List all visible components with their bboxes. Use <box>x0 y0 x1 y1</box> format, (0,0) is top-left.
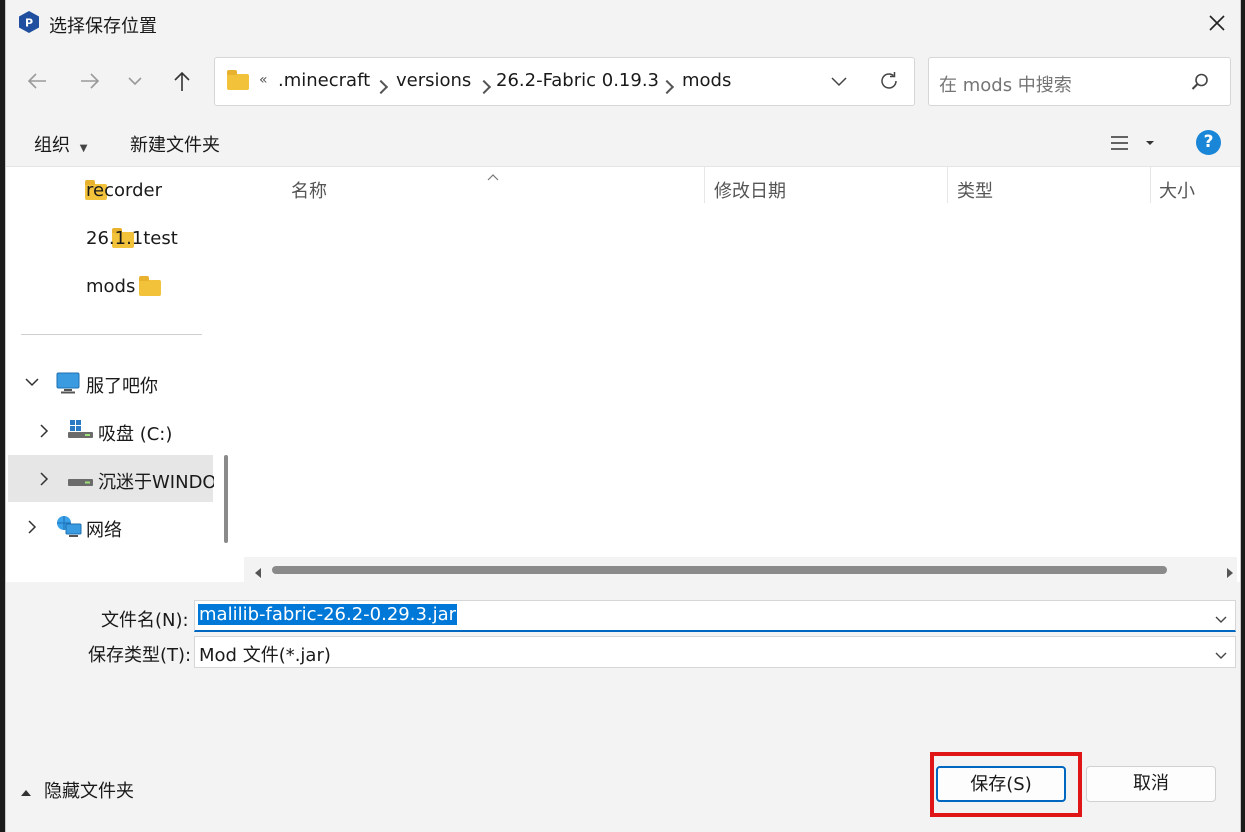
computer-icon <box>56 372 80 398</box>
organize-label: 组织 <box>34 135 70 156</box>
expand-chevron-right-icon[interactable] <box>26 519 38 539</box>
hide-folders-toggle[interactable]: 隐藏文件夹 <box>44 777 134 803</box>
filename-label: 文件名(N): <box>101 610 189 631</box>
sidebar-divider <box>21 334 202 335</box>
scroll-left-icon[interactable] <box>253 564 263 583</box>
drive-icon <box>68 474 94 493</box>
column-header-name[interactable]: 名称 <box>291 177 327 203</box>
breadcrumb-version-folder[interactable]: 26.2-Fabric 0.19.3 <box>496 70 659 91</box>
breadcrumb-separator-icon <box>373 77 389 96</box>
filetype-dropdown-icon[interactable] <box>1214 646 1228 665</box>
new-folder-button[interactable]: 新建文件夹 <box>130 131 220 157</box>
sort-ascending-icon <box>486 166 500 185</box>
breadcrumb-versions[interactable]: versions <box>396 70 471 91</box>
filename-input[interactable]: malilib-fabric-26.2-0.29.3.jar <box>198 604 458 625</box>
expand-chevron-down-icon[interactable] <box>24 374 40 393</box>
forward-arrow-icon[interactable] <box>79 70 101 96</box>
sidebar-item-this-pc[interactable]: 服了吧你 <box>86 372 158 398</box>
save-dialog: P 选择保存位置 « .minecraft versions 26.2-Fabr… <box>5 0 1241 832</box>
folder-icon <box>139 276 162 296</box>
search-icon[interactable] <box>1190 72 1210 96</box>
network-icon <box>56 515 82 543</box>
sidebar-item-drive-c[interactable]: 吸盘 (C:) <box>98 420 172 446</box>
scroll-right-icon[interactable] <box>1225 564 1235 583</box>
back-arrow-icon[interactable] <box>26 70 48 96</box>
search-input[interactable]: 在 mods 中搜索 <box>939 71 1072 97</box>
windows-drive-icon <box>68 420 94 444</box>
column-divider[interactable] <box>947 167 948 203</box>
breadcrumb-overflow[interactable]: « <box>259 72 268 88</box>
file-list <box>244 167 1237 582</box>
sidebar-item-26-1-1test[interactable]: 26.1.1test <box>86 228 178 249</box>
column-header-type[interactable]: 类型 <box>957 177 993 203</box>
organize-menu[interactable]: 组织 ▼ <box>34 131 87 157</box>
caret-down-icon: ▼ <box>79 143 88 154</box>
refresh-icon[interactable] <box>878 70 900 96</box>
svg-text:P: P <box>25 17 33 30</box>
expand-chevron-right-icon[interactable] <box>38 423 50 443</box>
sidebar-item-recorder[interactable]: recorder <box>86 180 162 201</box>
app-icon: P <box>19 11 39 33</box>
title-bar <box>6 0 1240 46</box>
dialog-title: 选择保存位置 <box>49 16 157 37</box>
horizontal-scrollbar-thumb[interactable] <box>272 566 1167 574</box>
column-divider[interactable] <box>704 167 705 203</box>
address-history-chevron-icon[interactable] <box>830 73 848 93</box>
column-header-size[interactable]: 大小 <box>1159 177 1195 203</box>
save-button[interactable]: 保存(S) <box>936 766 1066 802</box>
expand-chevron-right-icon[interactable] <box>38 471 50 491</box>
sidebar-item-drive-other[interactable]: 沉迷于WINDO <box>98 468 214 494</box>
filetype-value: Mod 文件(*.jar) <box>199 645 331 666</box>
hide-folders-caret-icon[interactable] <box>20 782 32 801</box>
view-options-icon[interactable] <box>1110 132 1154 154</box>
sidebar-item-mods[interactable]: mods <box>86 276 135 297</box>
breadcrumb-mods[interactable]: mods <box>682 70 731 91</box>
filetype-select[interactable] <box>194 636 1236 668</box>
folder-icon <box>227 70 249 90</box>
column-divider[interactable] <box>1150 167 1151 203</box>
up-arrow-icon[interactable] <box>171 70 193 96</box>
filename-dropdown-icon[interactable] <box>1214 610 1228 629</box>
sidebar-item-drive-other-label: 沉迷于WINDO <box>98 472 214 493</box>
column-header-date[interactable]: 修改日期 <box>714 177 786 203</box>
help-icon[interactable]: ? <box>1196 130 1221 155</box>
breadcrumb-minecraft[interactable]: .minecraft <box>278 70 370 91</box>
filename-selected-text: malilib-fabric-26.2-0.29.3.jar <box>198 604 458 625</box>
recent-locations-chevron-icon[interactable] <box>127 73 143 93</box>
cancel-button[interactable]: 取消 <box>1086 766 1216 802</box>
sidebar-item-network[interactable]: 网络 <box>86 516 122 542</box>
filetype-label: 保存类型(T): <box>88 645 192 666</box>
sidebar-scrollbar[interactable] <box>224 455 228 543</box>
breadcrumb-separator-icon <box>659 77 675 96</box>
close-icon[interactable] <box>1206 12 1228 34</box>
breadcrumb-separator-icon <box>476 77 492 96</box>
